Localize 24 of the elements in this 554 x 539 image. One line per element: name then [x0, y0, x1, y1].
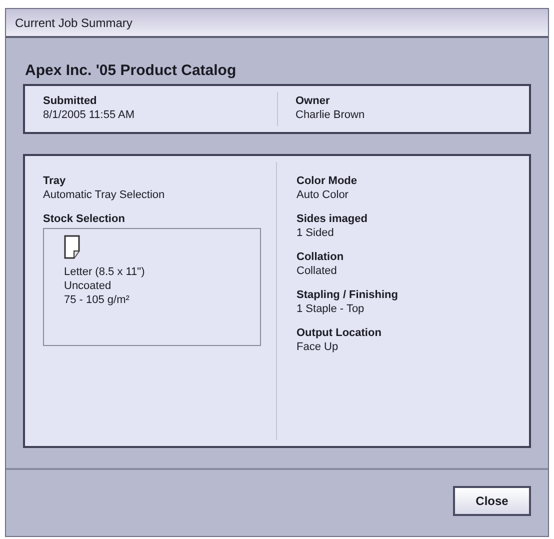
window-title: Current Job Summary — [15, 14, 132, 32]
close-button[interactable]: Close — [453, 486, 531, 516]
field-label: Tray — [43, 174, 67, 188]
stock-detail: 75 - 105 g/m² — [64, 293, 130, 307]
field-value: Automatic Tray Selection — [43, 188, 166, 202]
field-value: Auto Color — [296, 188, 350, 202]
field-label: Output Location — [296, 326, 382, 340]
stock-detail: Uncoated — [64, 279, 112, 293]
field-label: Stock Selection — [43, 212, 126, 226]
field-value: Collated — [296, 264, 338, 278]
field-value: 1 Staple - Top — [296, 302, 366, 316]
field-value: Charlie Brown — [296, 108, 366, 122]
paper-icon — [64, 235, 82, 259]
field-value: 8/1/2005 11:55 AM — [43, 108, 136, 122]
field-value: 1 Sided — [296, 226, 335, 240]
field-label: Stapling / Finishing — [296, 288, 399, 302]
field-label: Submitted — [43, 94, 98, 108]
field-label: Sides imaged — [296, 212, 368, 226]
field-label: Collation — [296, 250, 345, 264]
field-label: Owner — [296, 94, 331, 108]
job-title: Apex Inc. '05 Product Catalog — [24, 62, 238, 80]
field-label: Color Mode — [296, 174, 358, 188]
stock-detail: Letter (8.5 x 11") — [64, 265, 146, 279]
field-value: Face Up — [296, 340, 340, 354]
